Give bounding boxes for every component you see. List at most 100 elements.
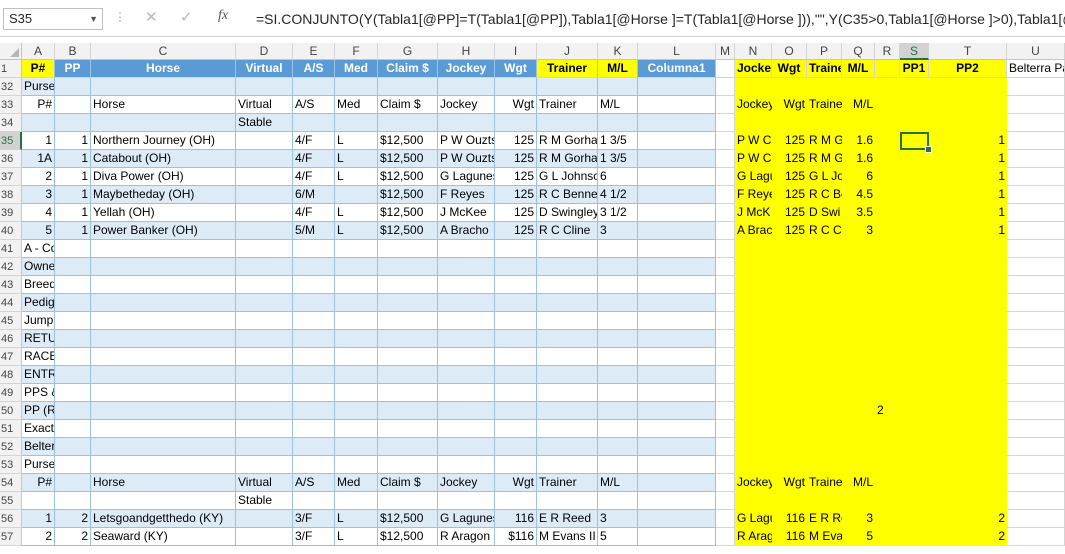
cell-q47[interactable] [842, 348, 875, 366]
row-header-44[interactable]: 44 [0, 294, 22, 312]
cell-o36[interactable]: 125 [772, 150, 807, 168]
cell-a51[interactable]: Exacta [22, 420, 55, 438]
cell-i48[interactable] [495, 366, 537, 384]
cell-u42[interactable] [1007, 258, 1065, 276]
cell-i37[interactable]: 125 [495, 168, 537, 186]
cell-g48[interactable] [378, 366, 438, 384]
cell-g38[interactable]: $12,500 [378, 186, 438, 204]
cell-p54[interactable]: Trainer [807, 474, 842, 492]
cell-d32[interactable] [236, 78, 293, 96]
cell-o34[interactable] [772, 114, 807, 132]
fill-handle[interactable] [925, 146, 932, 153]
cell-p34[interactable] [807, 114, 842, 132]
cell-m43[interactable] [716, 276, 735, 294]
cell-m53[interactable] [716, 456, 735, 474]
cell-a56[interactable]: 1 [22, 510, 55, 528]
column-header-u[interactable]: U [1007, 43, 1065, 60]
cell-m48[interactable] [716, 366, 735, 384]
cell-l55[interactable] [638, 492, 716, 510]
cell-s32[interactable] [900, 78, 929, 96]
cell-s39[interactable] [900, 204, 929, 222]
cell-r55[interactable] [875, 492, 900, 510]
cancel-icon[interactable]: ✕ [145, 8, 158, 26]
cell-o46[interactable] [772, 330, 807, 348]
cell-s34[interactable] [900, 114, 929, 132]
cell-o52[interactable] [772, 438, 807, 456]
column-header-g[interactable]: G [378, 43, 438, 60]
cell-t52[interactable] [929, 438, 1007, 456]
cell-i1[interactable]: Wgt [495, 60, 537, 78]
cell-d51[interactable] [236, 420, 293, 438]
cell-k35[interactable]: 1 3/5 [598, 132, 638, 150]
cell-d36[interactable] [236, 150, 293, 168]
cell-g46[interactable] [378, 330, 438, 348]
cell-e55[interactable] [293, 492, 335, 510]
cell-e35[interactable]: 4/F [293, 132, 335, 150]
cell-p49[interactable] [807, 384, 842, 402]
cell-u33[interactable] [1007, 96, 1065, 114]
cell-a35[interactable]: 1 [22, 132, 55, 150]
cell-j37[interactable]: G L Johnson [537, 168, 598, 186]
cell-j47[interactable] [537, 348, 598, 366]
cell-s47[interactable] [900, 348, 929, 366]
cell-j45[interactable] [537, 312, 598, 330]
select-all-corner[interactable] [0, 43, 22, 60]
cell-m57[interactable] [716, 528, 735, 546]
cell-r37[interactable] [875, 168, 900, 186]
cell-i33[interactable]: Wgt [495, 96, 537, 114]
cell-u53[interactable] [1007, 456, 1065, 474]
cell-t36[interactable]: 1 [929, 150, 1007, 168]
cell-g53[interactable] [378, 456, 438, 474]
cell-i45[interactable] [495, 312, 537, 330]
row-header-47[interactable]: 47 [0, 348, 22, 366]
cell-c57[interactable]: Seaward (KY) [91, 528, 236, 546]
cell-o43[interactable] [772, 276, 807, 294]
cell-i39[interactable]: 125 [495, 204, 537, 222]
cell-t55[interactable] [929, 492, 1007, 510]
cell-t50[interactable] [929, 402, 1007, 420]
cell-h53[interactable] [438, 456, 495, 474]
cell-f41[interactable] [335, 240, 378, 258]
cell-l45[interactable] [638, 312, 716, 330]
cell-n34[interactable] [735, 114, 772, 132]
cell-h55[interactable] [438, 492, 495, 510]
cell-r42[interactable] [875, 258, 900, 276]
cell-b55[interactable] [55, 492, 91, 510]
cell-k40[interactable]: 3 [598, 222, 638, 240]
cell-j41[interactable] [537, 240, 598, 258]
cell-m1[interactable] [716, 60, 735, 78]
cell-h48[interactable] [438, 366, 495, 384]
cell-h56[interactable]: G Lagunes [438, 510, 495, 528]
cell-r57[interactable] [875, 528, 900, 546]
cell-u48[interactable] [1007, 366, 1065, 384]
cell-i40[interactable]: 125 [495, 222, 537, 240]
cell-m39[interactable] [716, 204, 735, 222]
cell-g32[interactable] [378, 78, 438, 96]
column-header-h[interactable]: H [438, 43, 495, 60]
row-header-46[interactable]: 46 [0, 330, 22, 348]
cell-k55[interactable] [598, 492, 638, 510]
cell-b32[interactable] [55, 78, 91, 96]
cell-e39[interactable]: 4/F [293, 204, 335, 222]
cell-j40[interactable]: R C Cline [537, 222, 598, 240]
cell-o37[interactable]: 125 [772, 168, 807, 186]
row-header-32[interactable]: 32 [0, 78, 22, 96]
cell-l35[interactable] [638, 132, 716, 150]
cell-f48[interactable] [335, 366, 378, 384]
cell-l36[interactable] [638, 150, 716, 168]
row-header-54[interactable]: 54 [0, 474, 22, 492]
cell-e48[interactable] [293, 366, 335, 384]
cell-n53[interactable] [735, 456, 772, 474]
column-header-j[interactable]: J [537, 43, 598, 60]
cell-m51[interactable] [716, 420, 735, 438]
cell-c41[interactable] [91, 240, 236, 258]
cell-o40[interactable]: 125 [772, 222, 807, 240]
cell-h36[interactable]: P W Ouzts [438, 150, 495, 168]
cell-m37[interactable] [716, 168, 735, 186]
cell-i50[interactable] [495, 402, 537, 420]
cell-k49[interactable] [598, 384, 638, 402]
cell-o50[interactable] [772, 402, 807, 420]
cell-b34[interactable] [55, 114, 91, 132]
cell-b40[interactable]: 1 [55, 222, 91, 240]
cell-n49[interactable] [735, 384, 772, 402]
